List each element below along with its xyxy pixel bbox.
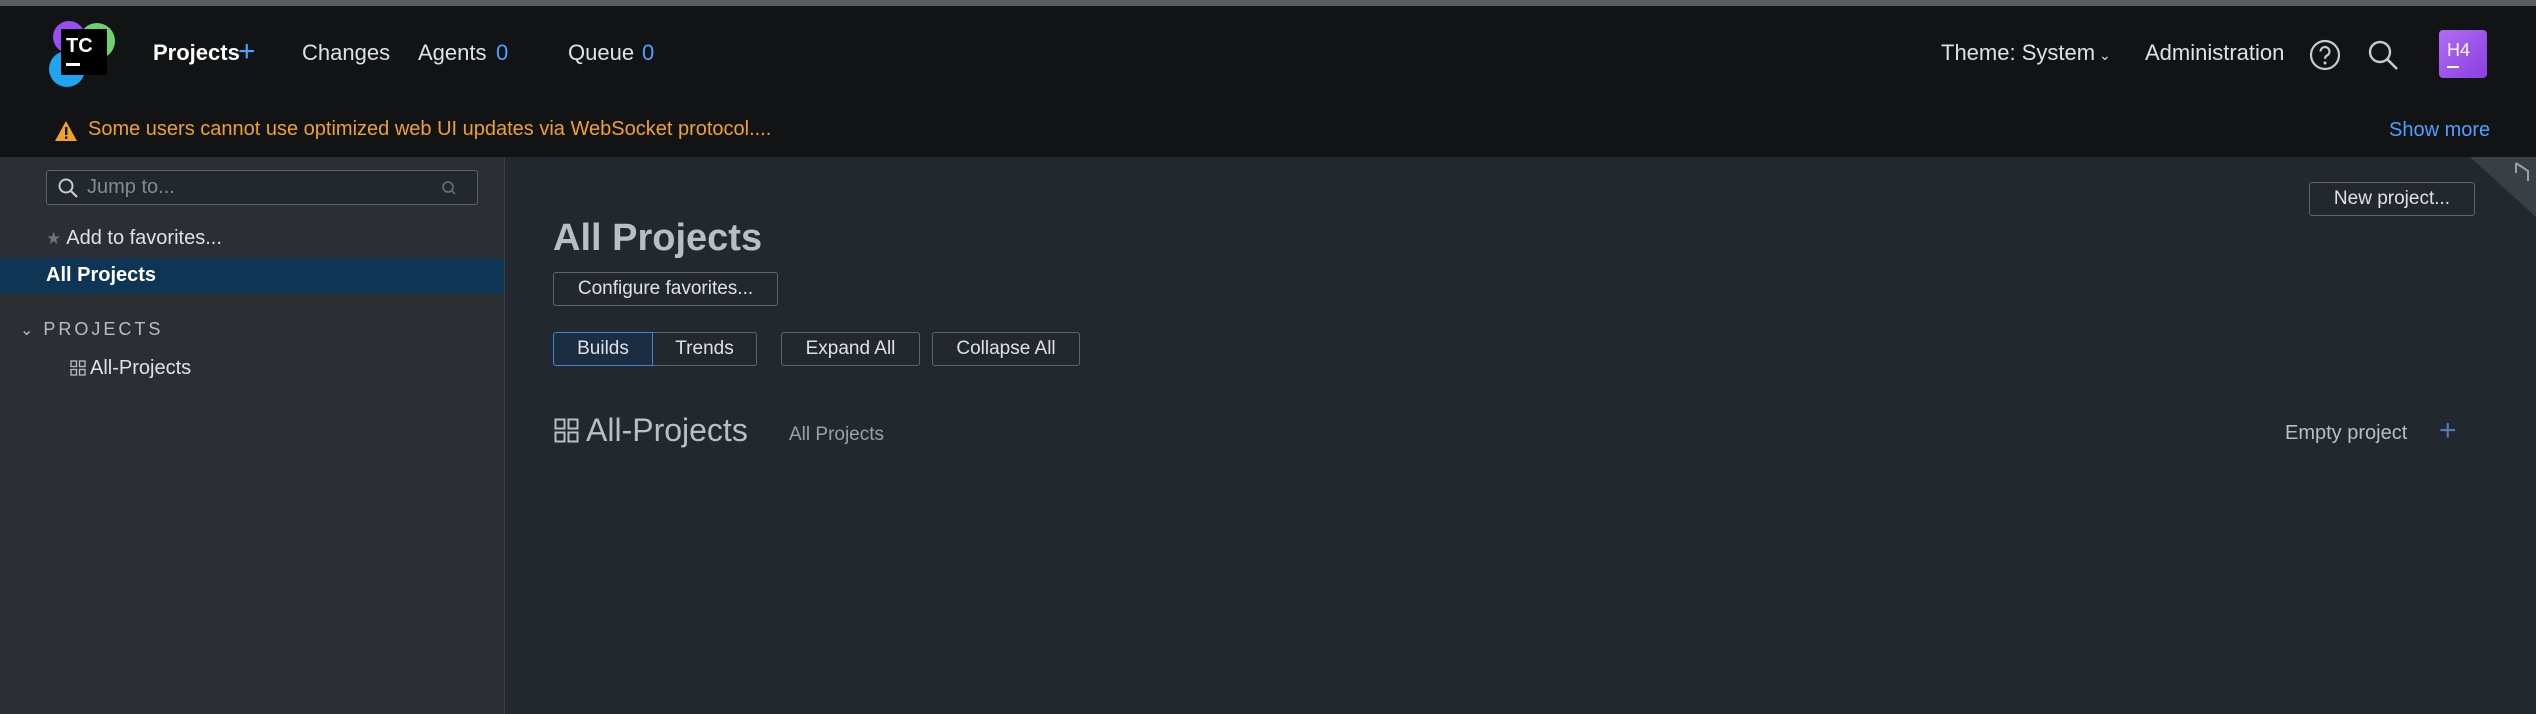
teamcity-logo-icon[interactable]: TC	[47, 19, 119, 91]
help-icon[interactable]	[2308, 38, 2342, 72]
page-title: All Projects	[553, 217, 763, 259]
add-project-plus-icon[interactable]: +	[238, 37, 256, 67]
collapse-all-button[interactable]: Collapse All	[932, 332, 1080, 366]
add-to-favorites[interactable]: ★ Add to favorites...	[46, 226, 222, 251]
projects-heading: PROJECTS	[43, 319, 164, 339]
tree-item-all-projects[interactable]: All-Projects	[70, 356, 191, 380]
tab-builds[interactable]: Builds	[553, 332, 653, 366]
new-project-button[interactable]: New project...	[2309, 182, 2475, 216]
projects-section-header[interactable]: ⌄ PROJECTS	[20, 319, 163, 340]
user-avatar[interactable]: H4	[2439, 30, 2487, 78]
nav-changes[interactable]: Changes	[302, 40, 390, 66]
search-hint-icon	[442, 181, 456, 195]
svg-text:TC: TC	[66, 35, 93, 57]
tab-trends[interactable]: Trends	[653, 332, 757, 366]
jump-to-input[interactable]	[87, 173, 417, 201]
administration-link[interactable]: Administration	[2145, 40, 2284, 66]
theme-selector[interactable]: Theme: System ⌄	[1941, 40, 2111, 68]
sidebar-item-all-projects[interactable]: All Projects	[0, 258, 504, 294]
project-grid-icon	[554, 418, 579, 443]
show-more-link[interactable]: Show more	[2389, 118, 2490, 142]
star-icon: ★	[46, 229, 62, 248]
chevron-down-icon: ⌄	[2099, 47, 2111, 63]
nav-projects[interactable]: Projects	[153, 40, 240, 66]
queue-count: 0	[642, 40, 655, 65]
warning-icon	[55, 121, 77, 141]
theme-label: Theme: System	[1941, 40, 2096, 65]
configure-favorites-button[interactable]: Configure favorites...	[553, 272, 778, 306]
add-to-favorites-label: Add to favorites...	[66, 227, 222, 249]
search-icon[interactable]	[2366, 38, 2400, 72]
add-subproject-plus-icon[interactable]: +	[2439, 416, 2457, 446]
search-icon	[58, 178, 78, 198]
warning-message: Some users cannot use optimized web UI u…	[88, 118, 772, 140]
top-navigation-bar: TC Projects + Changes Agents 0 Queue 0 T…	[0, 6, 2536, 103]
agents-count: 0	[496, 40, 509, 65]
corner-fold-icon[interactable]	[2470, 157, 2536, 217]
chevron-down-icon: ⌄	[20, 322, 34, 339]
tree-item-label: All-Projects	[90, 357, 192, 379]
project-description: All Projects	[789, 424, 885, 445]
avatar-initials: H4	[2447, 40, 2471, 60]
sidebar-item-label: All Projects	[46, 264, 157, 286]
project-name-link[interactable]: All-Projects	[586, 411, 748, 449]
project-grid-icon	[70, 360, 86, 376]
nav-agents[interactable]: Agents	[418, 40, 487, 66]
jump-to-search-box[interactable]	[46, 170, 478, 205]
avatar-underline	[2447, 66, 2459, 68]
expand-all-button[interactable]: Expand All	[781, 332, 920, 366]
empty-project-label: Empty project	[2285, 422, 2408, 444]
nav-queue[interactable]: Queue	[568, 40, 634, 66]
